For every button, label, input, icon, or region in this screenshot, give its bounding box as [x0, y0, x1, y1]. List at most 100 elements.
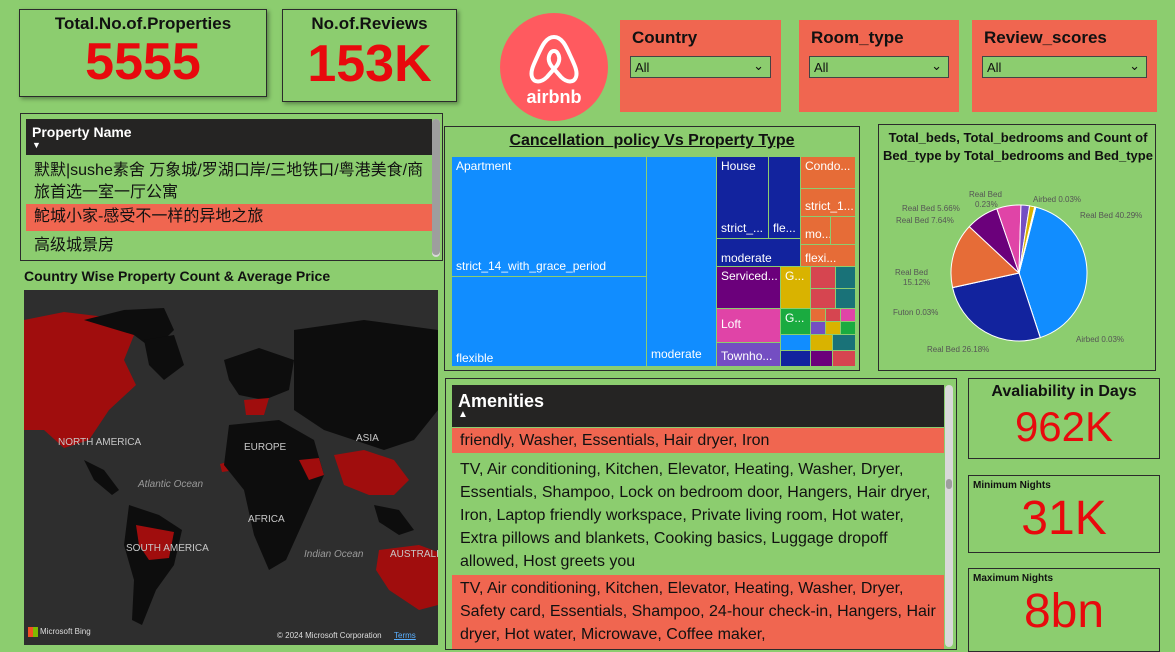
table-row[interactable]: TV, Air conditioning, Kitchen, Elevator,… — [452, 456, 944, 575]
treemap-tile-serviced[interactable]: Serviced... — [717, 267, 781, 309]
pie-label: Real Bed — [895, 268, 928, 277]
table-cell: 高级城景房 — [34, 237, 115, 254]
kpi-title: Minimum Nights — [973, 480, 1051, 491]
treemap-tile-mosaic-3[interactable] — [841, 309, 856, 322]
kpi-total-properties: Total.No.of.Properties 5555 — [19, 9, 267, 97]
treemap-tile-mosaic-5[interactable] — [826, 322, 841, 335]
map-label: Indian Ocean — [304, 549, 364, 560]
treemap-tile-condo-small[interactable] — [831, 217, 856, 245]
map-label: EUROPE — [244, 442, 287, 453]
treemap-tile-g2[interactable]: G... — [781, 309, 811, 335]
pie-label: 15.12% — [903, 278, 931, 287]
world-map-svg — [24, 290, 438, 645]
table-row[interactable]: 鮀城小家-感受不一样的异地之旅 — [26, 204, 432, 231]
treemap-title: Cancellation_policy Vs Property Type — [509, 132, 795, 149]
treemap[interactable]: Apartment strict_14_with_grace_period fl… — [452, 157, 856, 367]
chevron-down-icon: ⌄ — [1129, 58, 1140, 73]
property-table-header[interactable]: Property Name ▼ — [26, 119, 432, 155]
slicer-room-type[interactable]: Room_type All ⌄ — [799, 20, 959, 112]
room-type-dropdown[interactable]: All ⌄ — [809, 56, 949, 78]
pie-label: Real Bed 7.64% — [896, 216, 954, 225]
pie-label: Real Bed 5.66% — [902, 204, 960, 213]
slicer-label: Country — [632, 28, 698, 47]
amenities-header[interactable]: Amenities ▲ — [452, 385, 944, 427]
treemap-tile-mosaic-7[interactable] — [781, 335, 811, 351]
table-row[interactable]: TV, Air conditioning, Kitchen, Elevator,… — [452, 575, 944, 649]
treemap-tile-condo-flexi[interactable]: flexi... — [801, 245, 856, 267]
table-row[interactable]: friendly, Washer, Essentials, Hair dryer… — [452, 428, 944, 453]
column-header-label: Amenities — [458, 391, 545, 411]
dropdown-value: All — [814, 60, 829, 75]
treemap-tile-condo-mo[interactable]: mo... — [801, 217, 831, 245]
pie-label: 0.23% — [975, 200, 998, 209]
treemap-tile-g1[interactable]: G... — [781, 267, 811, 309]
table-cell: 默默|sushe素舍 万象城/罗湖口岸/三地铁口/粤港美食/商旅首选一室一厅公寓 — [34, 162, 424, 201]
treemap-tile-mosaic-2[interactable] — [826, 309, 841, 322]
pie-label: Real Bed 26.18% — [927, 345, 990, 354]
pie-label: Real Bed 40.29% — [1080, 211, 1143, 220]
treemap-tile-house-fle[interactable]: fle... — [769, 157, 801, 239]
treemap-tile-house-strict[interactable]: strict_... — [717, 219, 769, 239]
treemap-tile-loft[interactable]: Loft — [717, 309, 781, 343]
pie-label: Airbed 0.03% — [1033, 195, 1082, 204]
treemap-tile-townhouse[interactable]: Townho... — [717, 343, 781, 367]
slicer-country[interactable]: Country All ⌄ — [620, 20, 781, 112]
column-header-label: Property Name — [32, 124, 132, 140]
sort-desc-icon: ▼ — [32, 140, 41, 150]
kpi-value: 5555 — [85, 33, 201, 91]
slicer-label: Room_type — [811, 28, 904, 47]
dropdown-value: All — [987, 60, 1002, 75]
treemap-tile-red-b[interactable] — [811, 289, 836, 309]
table-row[interactable]: 高级城景房 — [26, 233, 432, 259]
kpi-value: 31K — [1021, 492, 1107, 545]
map-attribution: Microsoft Bing — [40, 627, 91, 636]
treemap-tile-mosaic-11[interactable] — [811, 351, 833, 367]
map-title: Country Wise Property Count & Average Pr… — [24, 268, 331, 284]
treemap-tile-mosaic-4[interactable] — [811, 322, 826, 335]
dropdown-value: All — [635, 60, 650, 75]
scrollbar-thumb[interactable] — [946, 479, 952, 489]
treemap-tile-apartment-strict[interactable]: strict_14_with_grace_period — [452, 257, 647, 277]
treemap-tile-condo-strict[interactable]: strict_1... — [801, 189, 856, 217]
kpi-title: Total.No.of.Properties — [54, 14, 232, 33]
treemap-tile-teal-b[interactable] — [836, 289, 856, 309]
treemap-tile-teal-a[interactable] — [836, 267, 856, 289]
scrollbar-thumb[interactable] — [432, 119, 440, 255]
map-copyright: © 2024 Microsoft Corporation — [277, 631, 382, 640]
treemap-card: Cancellation_policy Vs Property Type Apa… — [444, 126, 860, 371]
pie-card: Total_beds, Total_bedrooms and Count of … — [878, 124, 1156, 371]
pie-label: Real Bed — [969, 190, 1002, 199]
treemap-tile-mosaic-9[interactable] — [811, 335, 833, 351]
treemap-tile-mosaic-8[interactable] — [781, 351, 811, 367]
world-map[interactable]: NORTH AMERICA EUROPE ASIA Atlantic Ocean… — [24, 290, 438, 645]
treemap-tile-red-a[interactable] — [811, 267, 836, 289]
kpi-reviews: No.of.Reviews 153K — [282, 9, 457, 102]
treemap-tile-mosaic-10[interactable] — [833, 335, 856, 351]
amenities-card: Amenities ▲ friendly, Washer, Essentials… — [445, 378, 957, 650]
map-label: AFRICA — [248, 514, 285, 525]
scrollbar[interactable] — [945, 385, 953, 647]
kpi-title: Avaliability in Days — [991, 383, 1137, 400]
map-label: SOUTH AMERICA — [126, 543, 209, 554]
treemap-tile-apartment-flexible[interactable]: flexible — [452, 277, 647, 367]
kpi-availability: Avaliability in Days 962K — [968, 378, 1160, 459]
kpi-value: 962K — [1014, 403, 1114, 450]
country-dropdown[interactable]: All ⌄ — [630, 56, 771, 78]
airbnb-logo-text: airbnb — [526, 87, 582, 107]
chevron-down-icon: ⌄ — [753, 58, 764, 73]
treemap-tile-mosaic-6[interactable] — [841, 322, 856, 335]
kpi-max-nights: Maximum Nights 8bn — [968, 568, 1160, 652]
treemap-tile-house-moderate[interactable]: moderate — [717, 239, 801, 267]
map-terms-link[interactable]: Terms — [394, 631, 416, 640]
review-scores-dropdown[interactable]: All ⌄ — [982, 56, 1147, 78]
treemap-tile-mosaic-1[interactable] — [811, 309, 826, 322]
table-cell: friendly, Washer, Essentials, Hair dryer… — [460, 432, 770, 449]
slicer-review-scores[interactable]: Review_scores All ⌄ — [972, 20, 1157, 112]
table-row[interactable]: 默默|sushe素舍 万象城/罗湖口岸/三地铁口/粤港美食/商旅首选一室一厅公寓 — [26, 157, 432, 206]
microsoft-logo-icon — [28, 627, 38, 637]
kpi-title: No.of.Reviews — [311, 14, 428, 33]
kpi-value: 8bn — [1023, 585, 1105, 638]
treemap-tile-condo[interactable]: Condo... — [801, 157, 856, 189]
treemap-tile-mosaic-12[interactable] — [833, 351, 856, 367]
treemap-tile-apartment-moderate[interactable]: moderate — [647, 157, 717, 367]
